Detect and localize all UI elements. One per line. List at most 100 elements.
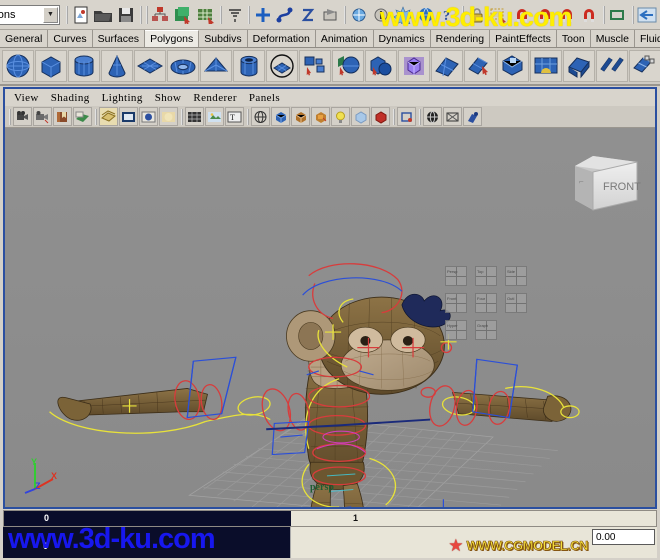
- tab-rendering[interactable]: Rendering: [430, 30, 491, 47]
- resolution-gate-icon[interactable]: [139, 107, 158, 126]
- select-camera-icon[interactable]: [13, 107, 32, 126]
- tab-dynamics[interactable]: Dynamics: [373, 30, 431, 47]
- separate-icon[interactable]: [332, 50, 364, 82]
- range-slider-track[interactable]: 0: [3, 527, 290, 558]
- poly-cylinder-icon[interactable]: [68, 50, 100, 82]
- bridge-icon[interactable]: [563, 50, 595, 82]
- tab-subdivs[interactable]: Subdivs: [199, 30, 248, 47]
- object-select-icon[interactable]: [172, 4, 194, 26]
- sidebar-toggle-icon[interactable]: [636, 4, 658, 26]
- snap-point-icon[interactable]: [297, 4, 318, 26]
- film-gate-icon[interactable]: [119, 107, 138, 126]
- x-ray-icon[interactable]: [371, 107, 390, 126]
- menu-set-selector[interactable]: rgons ▼: [0, 4, 61, 25]
- panel-menu-view[interactable]: View: [14, 92, 39, 104]
- panel-menu-renderer[interactable]: Renderer: [193, 92, 237, 104]
- open-scene-icon[interactable]: [92, 4, 114, 26]
- selection-mask-icon[interactable]: [488, 4, 510, 26]
- time-slider-remaining-range[interactable]: 1: [291, 511, 656, 526]
- smooth-shade-all-icon[interactable]: [271, 107, 290, 126]
- component-select-icon[interactable]: [195, 4, 217, 26]
- high-quality-render-icon[interactable]: [443, 107, 462, 126]
- tab-curves[interactable]: Curves: [48, 30, 93, 47]
- layout-thumb[interactable]: Graph: [475, 320, 497, 340]
- snap-grid-icon[interactable]: [252, 4, 273, 26]
- render-settings-icon[interactable]: ?: [438, 4, 459, 26]
- new-scene-icon[interactable]: [70, 4, 91, 26]
- poly-cube-icon[interactable]: [35, 50, 67, 82]
- two-d-pan-zoom-icon[interactable]: [99, 107, 118, 126]
- ipr-render-icon[interactable]: [415, 4, 436, 26]
- view-cube[interactable]: FRONT ⌐: [567, 150, 643, 216]
- magnet-d-icon[interactable]: [579, 4, 600, 26]
- playback-value-field[interactable]: 0.00: [592, 529, 655, 545]
- layout-thumb[interactable]: Front: [445, 293, 467, 313]
- use-all-lights-icon[interactable]: [311, 107, 330, 126]
- bookmarks-icon[interactable]: [53, 107, 72, 126]
- camera-attributes-icon[interactable]: [33, 107, 52, 126]
- snap-view-plane-icon[interactable]: [319, 4, 340, 26]
- extrude-icon[interactable]: [464, 50, 496, 82]
- isolate-select-icon[interactable]: [423, 107, 442, 126]
- tab-deformation[interactable]: Deformation: [247, 30, 316, 47]
- construction-plane-icon[interactable]: [348, 4, 369, 26]
- poly-helix-icon[interactable]: [266, 50, 298, 82]
- show-manipulator-icon[interactable]: [607, 4, 629, 26]
- render-current-frame-icon[interactable]: [393, 4, 414, 26]
- snap-list-icon[interactable]: [224, 4, 245, 26]
- gate-mask-icon[interactable]: [159, 107, 178, 126]
- time-slider-played-range[interactable]: 0: [4, 511, 291, 526]
- wireframe-icon[interactable]: [251, 107, 270, 126]
- poly-pipe-icon[interactable]: [233, 50, 265, 82]
- layout-thumb[interactable]: Hyper: [445, 320, 467, 340]
- booleans-icon[interactable]: [365, 50, 397, 82]
- panel-menu-shading[interactable]: Shading: [51, 92, 90, 104]
- safe-action-icon[interactable]: [205, 107, 224, 126]
- tab-general[interactable]: General: [0, 30, 49, 47]
- paint-select-icon[interactable]: [463, 107, 482, 126]
- viewport-3d[interactable]: Persp Top Side Front Four Outl Hyper Gra…: [5, 128, 655, 507]
- split-polygon-icon[interactable]: [497, 50, 529, 82]
- x-ray-joints-icon[interactable]: [397, 107, 416, 126]
- tab-toon[interactable]: Toon: [556, 30, 591, 47]
- combine-icon[interactable]: [299, 50, 331, 82]
- layout-thumb[interactable]: Four: [475, 293, 497, 313]
- tab-animation[interactable]: Animation: [315, 30, 374, 47]
- command-response-area[interactable]: 0.00: [290, 527, 657, 558]
- layout-thumb[interactable]: Outl: [505, 293, 527, 313]
- snap-curve-icon[interactable]: [275, 4, 296, 26]
- tab-fluids[interactable]: Fluids: [634, 30, 660, 47]
- tab-painteffects[interactable]: PaintEffects: [490, 30, 557, 47]
- layout-thumb[interactable]: Side: [505, 266, 527, 286]
- layout-thumb[interactable]: Persp: [445, 266, 467, 286]
- flat-shade-icon[interactable]: [351, 107, 370, 126]
- make-live-icon[interactable]: [370, 4, 391, 26]
- tab-polygons[interactable]: Polygons: [145, 30, 200, 47]
- field-chart-icon[interactable]: [185, 107, 204, 126]
- lock-icon[interactable]: [466, 4, 487, 26]
- panel-menu-show[interactable]: Show: [155, 92, 182, 104]
- shaded-textured-icon[interactable]: [291, 107, 310, 126]
- hierarchy-select-icon[interactable]: [150, 4, 171, 26]
- poly-prism-icon[interactable]: [200, 50, 232, 82]
- mirror-geometry-icon[interactable]: [398, 50, 430, 82]
- merge-vertices-icon[interactable]: [629, 50, 660, 82]
- poly-torus-icon[interactable]: [167, 50, 199, 82]
- magnet-b-icon[interactable]: [534, 4, 555, 26]
- save-scene-icon[interactable]: [115, 4, 136, 26]
- time-slider[interactable]: 0 1: [3, 510, 657, 527]
- append-polygon-icon[interactable]: [596, 50, 628, 82]
- safe-title-icon[interactable]: T: [225, 107, 244, 126]
- poly-sphere-icon[interactable]: [2, 50, 34, 82]
- panel-menu-lighting[interactable]: Lighting: [102, 92, 143, 104]
- smooth-icon[interactable]: [431, 50, 463, 82]
- layout-thumb[interactable]: Top: [475, 266, 497, 286]
- magnet-c-icon[interactable]: [556, 4, 577, 26]
- chevron-down-icon[interactable]: ▼: [43, 6, 59, 23]
- poly-plane-icon[interactable]: [134, 50, 166, 82]
- default-light-icon[interactable]: [331, 107, 350, 126]
- panel-menu-panels[interactable]: Panels: [249, 92, 280, 104]
- magnet-a-icon[interactable]: [511, 4, 532, 26]
- tab-muscle[interactable]: Muscle: [590, 30, 635, 47]
- bevel-icon[interactable]: [530, 50, 562, 82]
